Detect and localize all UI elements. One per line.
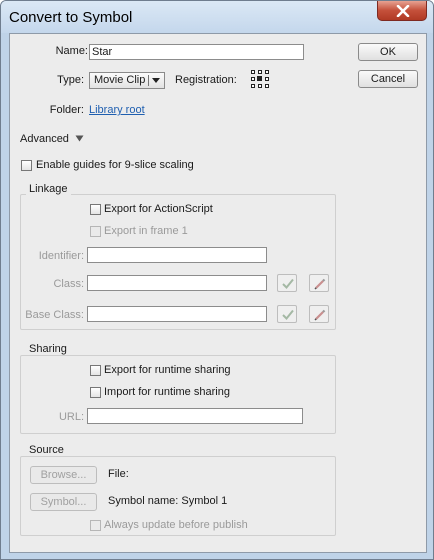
registration-grid-icon[interactable]	[251, 70, 269, 88]
triangle-down-icon	[75, 135, 84, 142]
title-bar[interactable]: Convert to Symbol	[1, 1, 433, 33]
linkage-title: Linkage	[26, 183, 71, 195]
sharing-title: Sharing	[26, 343, 70, 355]
identifier-input[interactable]	[87, 247, 267, 263]
base-class-edit-button[interactable]	[309, 305, 329, 323]
type-label: Type:	[57, 74, 84, 86]
dialog-body: Name: Star Type: Movie Clip Registration…	[9, 33, 427, 553]
checkmark-icon	[282, 278, 294, 289]
type-dropdown[interactable]: Movie Clip	[89, 72, 165, 89]
symbol-button[interactable]: Symbol...	[30, 493, 97, 511]
dropdown-separator	[148, 75, 149, 86]
class-label: Class:	[53, 278, 84, 290]
checkmark-icon	[282, 309, 294, 320]
always-update-checkbox[interactable]	[90, 520, 101, 531]
export-runtime-checkbox[interactable]	[90, 365, 101, 376]
export-actionscript-label: Export for ActionScript	[104, 203, 213, 215]
close-button[interactable]	[377, 1, 427, 21]
export-frame1-label: Export in frame 1	[104, 225, 188, 237]
dialog-title: Convert to Symbol	[9, 9, 133, 26]
file-label: File:	[108, 468, 129, 480]
source-title: Source	[26, 444, 67, 456]
convert-to-symbol-dialog: Convert to Symbol Name: Star Type: Movie…	[0, 0, 434, 560]
advanced-toggle[interactable]: Advanced	[20, 133, 84, 145]
class-input[interactable]	[87, 275, 267, 291]
identifier-label: Identifier:	[38, 250, 84, 262]
type-dropdown-value: Movie Clip	[94, 74, 146, 86]
url-input[interactable]	[87, 408, 303, 424]
folder-label: Folder:	[49, 104, 84, 116]
import-runtime-label: Import for runtime sharing	[104, 386, 230, 398]
export-actionscript-checkbox[interactable]	[90, 204, 101, 215]
ok-button[interactable]: OK	[358, 43, 418, 61]
base-class-validate-button[interactable]	[277, 305, 297, 323]
always-update-label: Always update before publish	[104, 519, 248, 531]
chevron-down-icon	[152, 78, 160, 83]
nine-slice-label: Enable guides for 9-slice scaling	[36, 159, 194, 171]
registration-label: Registration:	[175, 74, 237, 86]
base-class-input[interactable]	[87, 306, 267, 322]
export-frame1-checkbox[interactable]	[90, 226, 101, 237]
class-edit-button[interactable]	[309, 274, 329, 292]
url-label: URL:	[58, 411, 84, 423]
pencil-icon	[314, 309, 326, 321]
folder-link[interactable]: Library root	[89, 104, 145, 116]
advanced-label: Advanced	[20, 133, 69, 145]
symbol-name-label: Symbol name: Symbol 1	[108, 495, 228, 507]
browse-button[interactable]: Browse...	[30, 466, 97, 484]
close-icon	[396, 5, 410, 17]
export-runtime-label: Export for runtime sharing	[104, 364, 231, 376]
name-label: Name:	[55, 45, 88, 57]
cancel-button[interactable]: Cancel	[358, 70, 418, 88]
pencil-icon	[314, 278, 326, 290]
class-validate-button[interactable]	[277, 274, 297, 292]
base-class-label: Base Class:	[25, 309, 84, 321]
import-runtime-checkbox[interactable]	[90, 387, 101, 398]
name-input[interactable]: Star	[89, 44, 304, 60]
nine-slice-checkbox[interactable]	[21, 160, 32, 171]
